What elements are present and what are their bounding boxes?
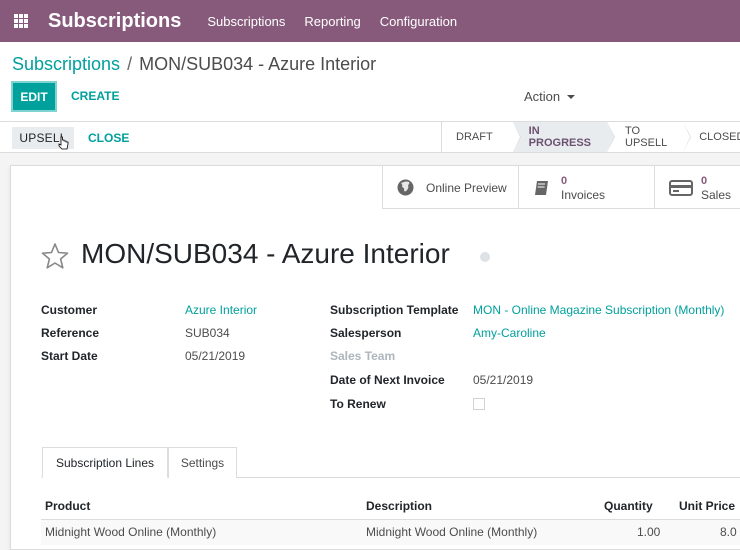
reference-label: Reference: [41, 326, 100, 340]
stage-to-upsell-label: TO UPSELL: [625, 125, 668, 149]
star-icon[interactable]: [41, 242, 69, 270]
tab-settings[interactable]: Settings: [168, 447, 237, 478]
apps-menu-icon[interactable]: [0, 0, 42, 42]
column-header-description[interactable]: Description: [366, 499, 432, 513]
line-quantity: 1.00: [637, 525, 661, 539]
credit-card-icon: [669, 179, 693, 196]
salesperson-value[interactable]: Amy-Caroline: [473, 326, 546, 340]
sales-label: Sales: [701, 187, 732, 202]
line-product: Midnight Wood Online (Monthly): [45, 525, 217, 539]
stage-in-progress[interactable]: IN PROGRESS: [512, 122, 616, 152]
next-invoice-date-label: Date of Next Invoice: [330, 373, 445, 387]
to-renew-checkbox[interactable]: [473, 398, 485, 410]
top-navbar: Subscriptions Subscriptions Reporting Co…: [0, 0, 740, 42]
record-title: MON/SUB034 - Azure Interior: [81, 238, 450, 269]
customer-value[interactable]: Azure Interior: [185, 303, 257, 317]
start-date-value: 05/21/2019: [185, 349, 246, 363]
stage-draft-label: DRAFT: [456, 131, 493, 143]
salesperson-label: Salesperson: [330, 326, 402, 340]
menu-subscriptions[interactable]: Subscriptions: [207, 14, 285, 29]
create-button[interactable]: CREATE: [71, 89, 119, 103]
online-preview-button[interactable]: Online Preview: [382, 166, 518, 209]
column-header-unit-price[interactable]: Unit Price: [679, 499, 735, 513]
start-date-label: Start Date: [41, 349, 98, 363]
caret-down-icon: [567, 94, 576, 99]
online-preview-label: Online Preview: [426, 180, 507, 195]
app-title: Subscriptions: [48, 9, 182, 32]
line-description: Midnight Wood Online (Monthly): [366, 525, 538, 539]
next-invoice-date-value: 05/21/2019: [473, 373, 534, 387]
tab-subscription-lines[interactable]: Subscription Lines: [42, 447, 168, 478]
mouse-pointer-icon: [58, 136, 69, 150]
edit-button[interactable]: EDIT: [11, 81, 57, 112]
globe-icon: [397, 179, 414, 196]
menu-configuration[interactable]: Configuration: [380, 14, 457, 29]
statusbar: UPSELL CLOSE DRAFT IN PROGRESS TO UPSELL…: [0, 121, 740, 153]
invoices-button[interactable]: 0 Invoices: [518, 166, 654, 209]
action-dropdown[interactable]: Action: [524, 89, 576, 104]
reference-value: SUB034: [185, 326, 230, 340]
breadcrumb: Subscriptions / MON/SUB034 - Azure Inter…: [12, 54, 376, 75]
column-header-quantity[interactable]: Quantity: [604, 499, 653, 513]
subscription-template-label: Subscription Template: [330, 303, 459, 317]
invoices-label: Invoices: [561, 187, 606, 202]
column-header-product[interactable]: Product: [45, 499, 90, 513]
sales-button[interactable]: 0 Sales: [654, 166, 740, 209]
sales-count: 0: [701, 174, 708, 187]
smart-button-box: Online Preview 0 Invoices 0 Sales: [382, 166, 740, 209]
book-icon: [535, 180, 548, 195]
stage-pipeline: DRAFT IN PROGRESS TO UPSELL CLOSED: [441, 122, 740, 152]
breadcrumb-current: MON/SUB034 - Azure Interior: [139, 54, 377, 74]
sales-team-label: Sales Team: [330, 349, 396, 363]
breadcrumb-separator: /: [127, 54, 133, 74]
form-sheet: Online Preview 0 Invoices 0 Sales MON/SU…: [10, 165, 740, 550]
stage-in-progress-label: IN PROGRESS: [528, 125, 592, 149]
close-button[interactable]: CLOSE: [88, 131, 129, 145]
stage-closed-label: CLOSED: [699, 131, 740, 143]
breadcrumb-subscriptions-link[interactable]: Subscriptions: [12, 54, 120, 75]
kanban-state-dot[interactable]: [480, 252, 490, 262]
line-unit-price: 8.0: [720, 525, 737, 539]
stage-draft[interactable]: DRAFT: [442, 122, 521, 152]
subscription-template-value[interactable]: MON - Online Magazine Subscription (Mont…: [473, 303, 724, 317]
action-label: Action: [524, 89, 561, 104]
invoices-count: 0: [561, 174, 568, 187]
to-renew-label: To Renew: [330, 397, 386, 411]
menu-reporting[interactable]: Reporting: [304, 14, 360, 29]
stage-to-upsell[interactable]: TO UPSELL: [607, 122, 692, 152]
stage-closed[interactable]: CLOSED: [683, 122, 740, 152]
customer-label: Customer: [41, 303, 98, 317]
